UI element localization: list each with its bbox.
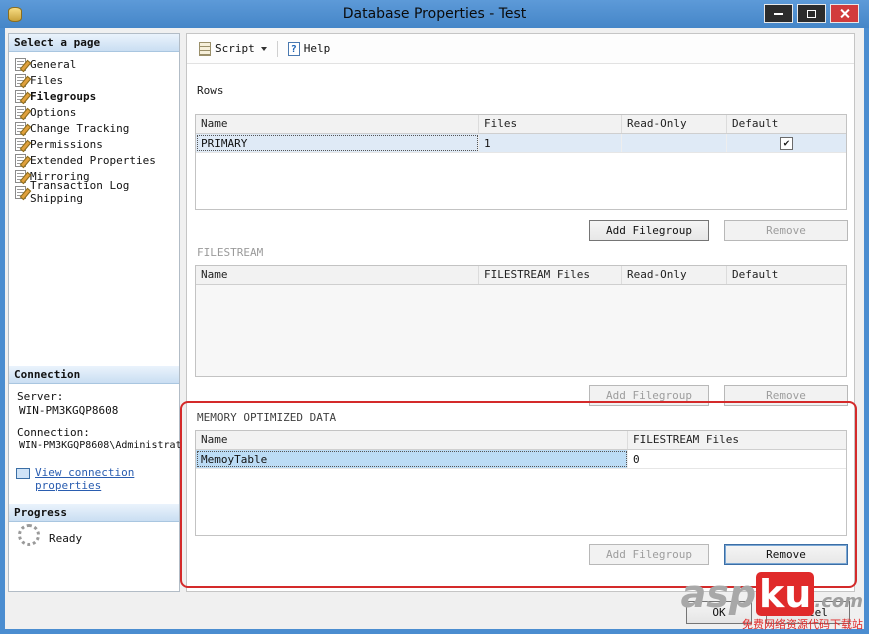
sidebar-item-label: Files bbox=[30, 73, 64, 87]
sidebar-item-label: General bbox=[30, 57, 77, 71]
watermark-brand: aspku .com bbox=[681, 572, 863, 619]
column-header-read-only[interactable]: Read-Only bbox=[622, 115, 727, 133]
rows-add-filegroup-button[interactable]: Add Filegroup bbox=[589, 220, 709, 241]
memory-section-title: MEMORY OPTIMIZED DATA bbox=[197, 411, 337, 424]
filestream-add-filegroup-button: Add Filegroup bbox=[589, 385, 709, 406]
titlebar[interactable]: Database Properties - Test bbox=[0, 0, 869, 28]
column-header-default: Default bbox=[732, 268, 779, 281]
memory-table-header: Name FILESTREAM Files bbox=[196, 431, 846, 450]
cell-name[interactable]: PRIMARY bbox=[196, 134, 479, 152]
table-row-memoytable[interactable]: MemoyTable 0 bbox=[196, 450, 846, 469]
sidebar-item-files[interactable]: Files bbox=[9, 72, 179, 88]
memory-add-filegroup-button: Add Filegroup bbox=[589, 544, 709, 565]
help-icon: ? bbox=[287, 41, 300, 56]
sidebar-item-label: Filegroups bbox=[30, 89, 97, 103]
script-icon bbox=[199, 41, 211, 56]
column-header-read-only: Read-Only bbox=[622, 266, 727, 284]
minimize-button[interactable] bbox=[764, 4, 793, 23]
progress-status: Ready bbox=[49, 532, 83, 545]
sidebar-item-label: Change Tracking bbox=[30, 121, 130, 135]
minimize-icon bbox=[774, 12, 783, 15]
cell-read-only[interactable] bbox=[622, 134, 727, 152]
sidebar-item-transaction-log-shipping[interactable]: Transaction Log Shipping bbox=[9, 179, 179, 205]
rows-remove-button: Remove bbox=[724, 220, 848, 241]
page-edit-icon bbox=[15, 121, 26, 135]
sidebar-item-label: Options bbox=[30, 105, 77, 119]
sidebar-item-filegroups[interactable]: Filegroups bbox=[9, 88, 179, 104]
page-edit-icon bbox=[15, 153, 26, 167]
database-properties-window: Database Properties - Test Select a page… bbox=[0, 0, 869, 634]
sidebar-item-options[interactable]: Options bbox=[9, 104, 179, 120]
page-edit-icon bbox=[15, 105, 26, 119]
progress-spinner-icon bbox=[18, 524, 40, 546]
script-button-label: Script bbox=[215, 42, 255, 55]
page-edit-icon bbox=[15, 57, 26, 71]
maximize-button[interactable] bbox=[797, 4, 826, 23]
sidebar-item-permissions[interactable]: Permissions bbox=[9, 136, 179, 152]
page-edit-icon bbox=[15, 89, 26, 103]
rows-section-title: Rows bbox=[197, 84, 224, 97]
filestream-table: Name FILESTREAM Files Read-Only Default bbox=[195, 265, 847, 377]
default-checkbox[interactable]: ✔ bbox=[780, 136, 793, 150]
sidebar-item-label: Extended Properties bbox=[30, 153, 156, 167]
connection-properties-icon bbox=[16, 468, 30, 479]
cell-name[interactable]: MemoyTable bbox=[196, 450, 628, 468]
maximize-icon bbox=[807, 9, 816, 18]
watermark-subtitle: 免费网络资源代码下载站 bbox=[742, 618, 863, 631]
window-title: Database Properties - Test bbox=[342, 6, 527, 22]
connection-header: Connection bbox=[9, 366, 179, 384]
select-a-page-header: Select a page bbox=[9, 34, 179, 52]
rows-table: Name Files Read-Only Default PRIMARY 1 ✔ bbox=[195, 114, 847, 210]
connection-label: Connection: bbox=[17, 426, 90, 439]
main-toolbar: Script ? Help bbox=[187, 34, 854, 64]
sidebar: Select a page General Files Filegroups O… bbox=[8, 33, 182, 592]
cell-files[interactable]: 1 bbox=[479, 134, 622, 152]
column-header-filestream-files[interactable]: FILESTREAM Files bbox=[628, 431, 846, 449]
script-dropdown-arrow-icon[interactable] bbox=[260, 46, 267, 51]
sidebar-item-label: Permissions bbox=[30, 137, 103, 151]
page-edit-icon bbox=[15, 169, 26, 183]
server-label: Server: bbox=[17, 390, 64, 403]
watermark-brand-highlight: ku bbox=[756, 572, 815, 616]
column-header-filestream-files: FILESTREAM Files bbox=[479, 266, 622, 284]
sidebar-item-extended-properties[interactable]: Extended Properties bbox=[9, 152, 179, 168]
sidebar-item-change-tracking[interactable]: Change Tracking bbox=[9, 120, 179, 136]
page-edit-icon bbox=[15, 73, 26, 87]
script-button[interactable]: Script bbox=[195, 39, 271, 59]
page-edit-icon bbox=[15, 137, 26, 151]
page-list: General Files Filegroups Options Change … bbox=[9, 56, 179, 205]
memory-remove-button[interactable]: Remove bbox=[724, 544, 848, 565]
page-edit-icon bbox=[15, 185, 26, 199]
help-button[interactable]: ? Help bbox=[284, 39, 335, 59]
dialog-body: Select a page General Files Filegroups O… bbox=[5, 28, 864, 629]
table-row-primary[interactable]: PRIMARY 1 ✔ bbox=[196, 134, 846, 153]
view-connection-properties-link[interactable]: View connection properties bbox=[35, 466, 157, 492]
toolbar-separator bbox=[276, 40, 278, 57]
memory-table: Name FILESTREAM Files MemoyTable 0 bbox=[195, 430, 847, 536]
watermark-brand-suffix: .com bbox=[814, 591, 863, 612]
column-header-name[interactable]: Name bbox=[196, 115, 479, 133]
filestream-section-title: FILESTREAM bbox=[197, 246, 264, 259]
column-header-name[interactable]: Name bbox=[196, 431, 628, 449]
progress-header: Progress bbox=[9, 504, 179, 522]
column-header-default[interactable]: Default bbox=[727, 115, 846, 133]
sidebar-item-label: Transaction Log Shipping bbox=[30, 179, 130, 205]
sidebar-item-general[interactable]: General bbox=[9, 56, 179, 72]
filestream-table-header: Name FILESTREAM Files Read-Only Default bbox=[196, 266, 846, 285]
main-panel: Script ? Help Rows Name Files Read-Only … bbox=[186, 33, 855, 592]
watermark: aspku .com 免费网络资源代码下载站 bbox=[681, 572, 863, 631]
filestream-remove-button: Remove bbox=[724, 385, 848, 406]
column-header-name: Name bbox=[196, 266, 479, 284]
help-button-label: Help bbox=[303, 42, 331, 55]
close-button[interactable] bbox=[830, 4, 859, 23]
rows-table-header: Name Files Read-Only Default bbox=[196, 115, 846, 134]
connection-value: WIN-PM3KGQP8608\Administrat bbox=[19, 440, 182, 451]
close-icon bbox=[839, 8, 850, 19]
cell-filestream-files[interactable]: 0 bbox=[628, 450, 846, 468]
watermark-brand-prefix: asp bbox=[680, 572, 757, 616]
server-value: WIN-PM3KGQP8608 bbox=[19, 404, 119, 417]
window-controls bbox=[764, 4, 859, 23]
column-header-files[interactable]: Files bbox=[479, 115, 622, 133]
